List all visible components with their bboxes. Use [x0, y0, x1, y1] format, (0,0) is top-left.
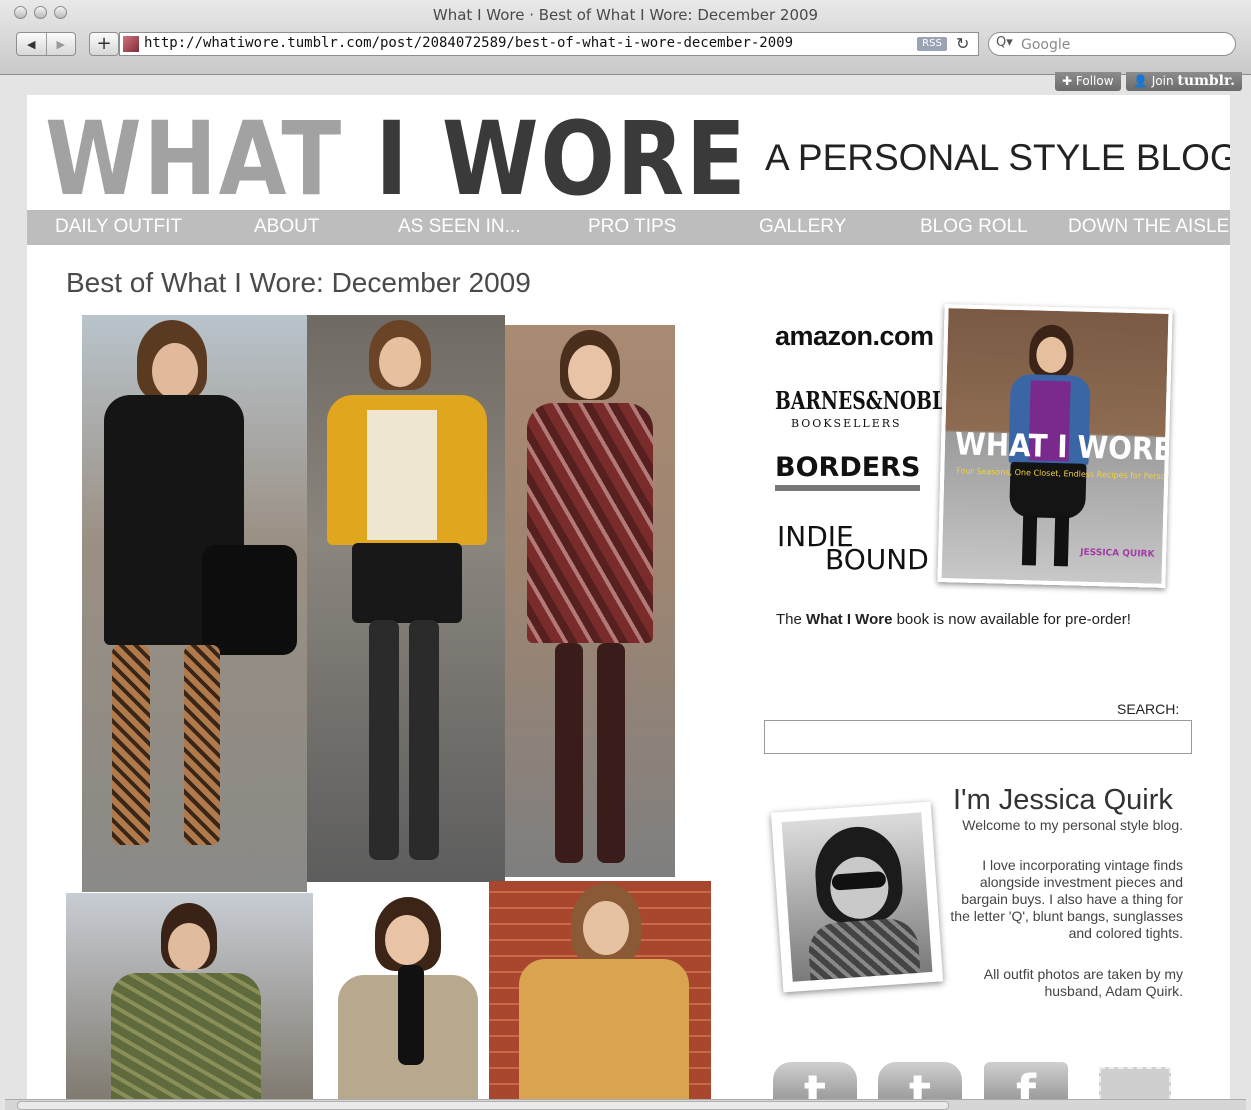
figure-blouse	[367, 410, 437, 540]
cover-figure-leg	[1053, 516, 1070, 567]
window-title: What I Wore · Best of What I Wore: Decem…	[432, 6, 819, 24]
nav-down-the-aisle[interactable]: DOWN THE AISLE	[1068, 216, 1229, 238]
tumblr-follow-button[interactable]: ✚ Follow	[1055, 72, 1121, 91]
figure-leg	[369, 620, 399, 860]
blog-page: WHAT I WORE A PERSONAL STYLE BLOG DAILY …	[27, 95, 1230, 1099]
site-logo[interactable]: WHAT I WORE	[45, 109, 748, 211]
url-text[interactable]: http://whatiwore.tumblr.com/post/2084072…	[144, 35, 793, 51]
nav-daily-outfit[interactable]: DAILY OUTFIT	[55, 216, 182, 238]
figure-leg	[409, 620, 439, 860]
tumblr-icon[interactable]: t	[878, 1062, 962, 1099]
back-forward-buttons: ◀ ▶	[16, 32, 76, 56]
join-label: Join	[1151, 74, 1174, 88]
about-title: I'm Jessica Quirk	[953, 784, 1173, 816]
figure-coat	[519, 959, 689, 1099]
figure-head	[152, 343, 198, 399]
facebook-icon[interactable]: f	[984, 1062, 1068, 1099]
logo-what: WHAT	[45, 100, 343, 219]
figure-leg	[112, 645, 150, 845]
browser-toolbar: What I Wore · Best of What I Wore: Decem…	[0, 0, 1251, 75]
figure-leg	[555, 643, 583, 863]
search-label: SEARCH:	[1117, 701, 1180, 717]
logo-i: I	[375, 100, 410, 219]
about-photos-credit: All outfit photos are taken by my husban…	[983, 966, 1183, 999]
figure-leg	[184, 645, 220, 845]
author-photo	[770, 801, 944, 993]
nav-as-seen-in[interactable]: AS SEEN IN...	[398, 216, 520, 238]
figure-head	[168, 923, 210, 971]
figure-head	[583, 901, 629, 955]
main-nav: DAILY OUTFIT ABOUT AS SEEN IN... PRO TIP…	[27, 210, 1230, 245]
author-scarf	[806, 916, 922, 982]
logo-wore: WORE	[441, 100, 748, 219]
outfit-photo-camel-coat[interactable]	[489, 881, 711, 1099]
figure-scarf	[398, 965, 424, 1065]
amazon-link[interactable]: amazon.com	[775, 321, 934, 352]
post-title[interactable]: Best of What I Wore: December 2009	[66, 267, 531, 299]
preorder-book-name: What I Wore	[806, 611, 893, 628]
book-author: JESSICA QUIRK	[1080, 547, 1155, 560]
figure-coat	[527, 403, 653, 643]
google-search-field[interactable]: Q▾ Google	[988, 32, 1236, 56]
about-bio: I love incorporating vintage finds along…	[950, 857, 1183, 941]
site-favicon	[123, 36, 139, 52]
site-tagline: A PERSONAL STYLE BLOG	[765, 137, 1230, 178]
outfit-photo-plaid-coat[interactable]	[505, 325, 675, 877]
figure-head	[568, 345, 612, 399]
email-stamp-icon[interactable]	[1099, 1067, 1171, 1099]
indiebound-link-2[interactable]: BOUND	[825, 543, 929, 576]
barnes-noble-sub: BOOKSELLERS	[791, 417, 902, 430]
nav-pro-tips[interactable]: PRO TIPS	[588, 216, 676, 238]
follow-label: Follow	[1075, 74, 1114, 88]
back-arrow-icon[interactable]: ◀	[17, 33, 46, 55]
book-title: WHAT I WORE	[954, 426, 1173, 469]
tumblr-join-button[interactable]: 👤 Join tumblr.	[1126, 72, 1242, 91]
book-cover[interactable]: WHAT I WORE Four Seasons, One Closet, En…	[937, 304, 1173, 588]
rss-button[interactable]: RSS	[917, 37, 947, 51]
preorder-pre: The	[776, 611, 807, 628]
preorder-post: book is now available for pre-order!	[892, 611, 1131, 628]
figure-leg	[597, 643, 625, 863]
nav-about[interactable]: ABOUT	[254, 216, 319, 238]
preorder-text: The What I Wore book is now available fo…	[776, 611, 1131, 628]
outfit-photo-yellow-cardigan[interactable]	[307, 315, 505, 882]
figure-jacket	[111, 973, 261, 1099]
outfit-photo-black-scarf[interactable]	[313, 883, 489, 1099]
forward-arrow-icon[interactable]: ▶	[45, 33, 76, 55]
outfit-photo-brocade-jacket[interactable]	[66, 893, 313, 1099]
cover-figure-leg	[1021, 515, 1038, 566]
search-icon: Q▾	[996, 35, 1013, 50]
blog-search-input[interactable]	[764, 720, 1192, 754]
about-welcome: Welcome to my personal style blog.	[962, 817, 1183, 833]
borders-link[interactable]: BORDERS	[775, 452, 921, 491]
reload-icon[interactable]: ↻	[956, 33, 969, 55]
nav-gallery[interactable]: GALLERY	[759, 216, 846, 238]
tumblr-brand: tumblr.	[1177, 73, 1235, 89]
horizontal-scrollbar[interactable]	[5, 1099, 1246, 1110]
nav-blog-roll[interactable]: BLOG ROLL	[920, 216, 1028, 238]
search-placeholder: Google	[1021, 37, 1071, 53]
address-bar[interactable]: http://whatiwore.tumblr.com/post/2084072…	[119, 32, 979, 56]
barnes-noble-link[interactable]: BARNES&NOBLE	[775, 386, 959, 415]
twitter-icon[interactable]: t	[773, 1062, 857, 1099]
plus-icon[interactable]: +	[89, 32, 119, 56]
outfit-photo-leopard-tights[interactable]	[82, 315, 307, 892]
author-photo-image	[781, 812, 933, 982]
figure-shorts	[352, 543, 462, 623]
figure-head	[385, 915, 429, 965]
figure-handbag	[202, 545, 297, 655]
figure-head	[379, 337, 421, 387]
